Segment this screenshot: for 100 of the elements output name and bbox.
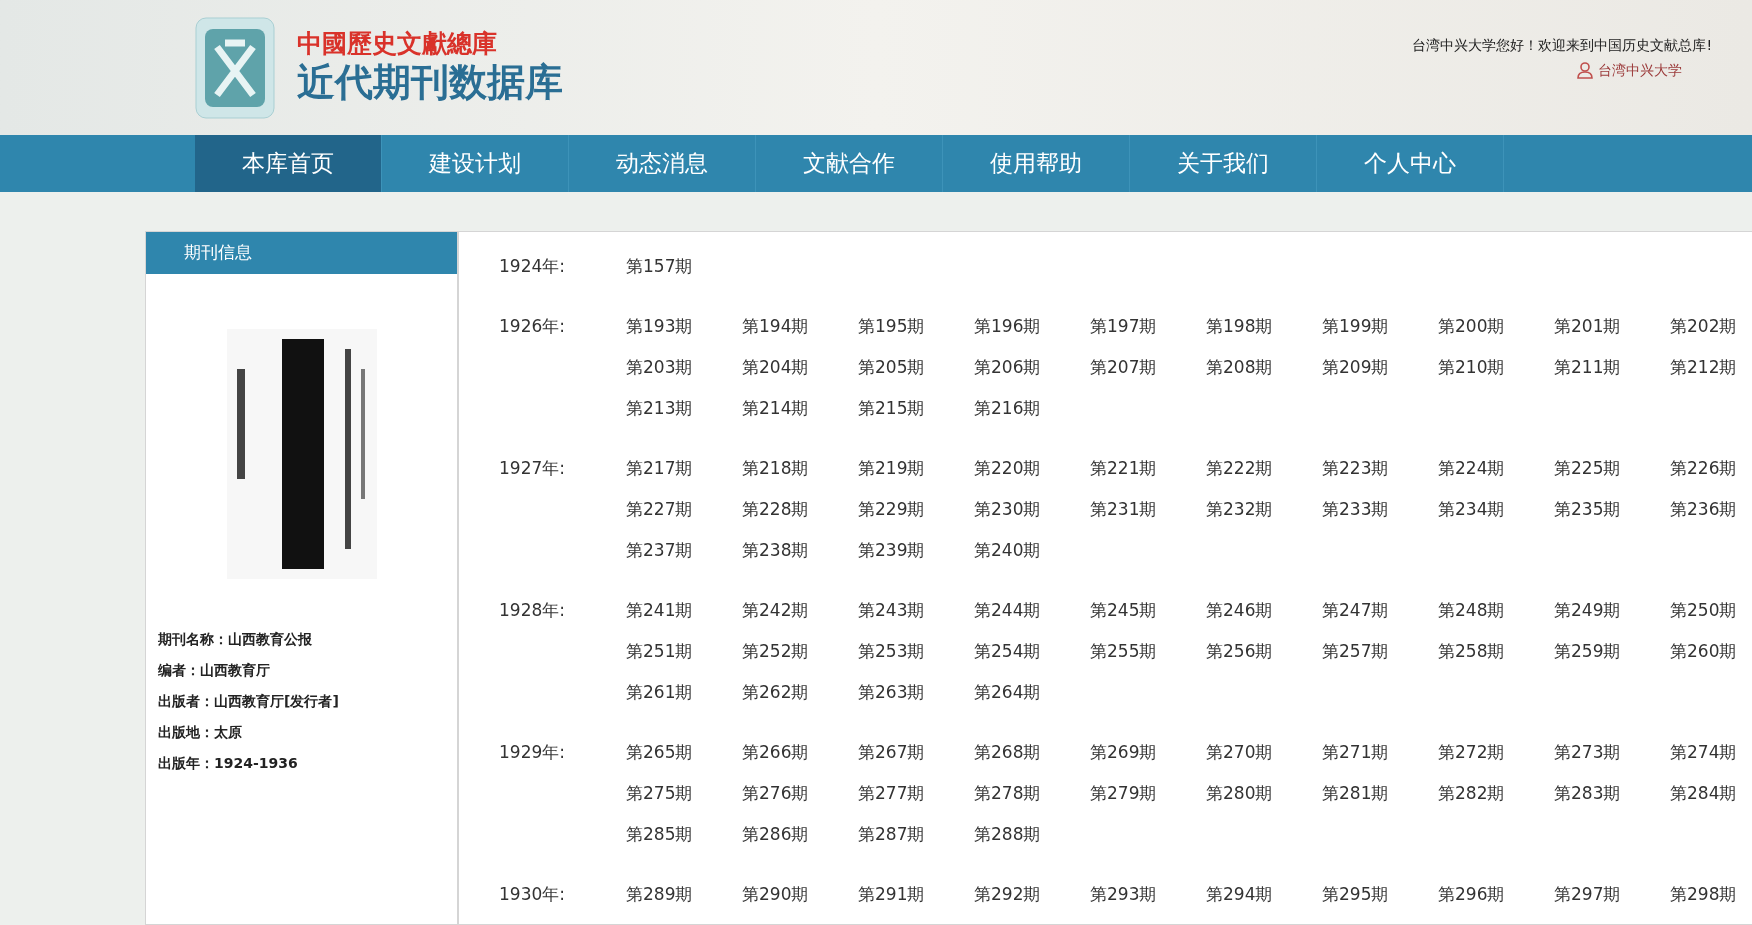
issue-link[interactable]: 第205期 bbox=[858, 347, 974, 388]
issue-link[interactable]: 第248期 bbox=[1438, 590, 1554, 631]
issue-link[interactable]: 第206期 bbox=[974, 347, 1090, 388]
issue-link[interactable]: 第213期 bbox=[626, 388, 742, 429]
issue-link[interactable]: 第221期 bbox=[1090, 448, 1206, 489]
issue-link[interactable]: 第217期 bbox=[626, 448, 742, 489]
issue-link[interactable]: 第216期 bbox=[974, 388, 1090, 429]
issue-link[interactable]: 第264期 bbox=[974, 672, 1090, 713]
issue-link[interactable]: 第289期 bbox=[626, 874, 742, 915]
nav-tab[interactable]: 本库首页 bbox=[195, 135, 382, 192]
issue-link[interactable]: 第238期 bbox=[742, 530, 858, 571]
issue-link[interactable]: 第295期 bbox=[1322, 874, 1438, 915]
issue-link[interactable]: 第203期 bbox=[626, 347, 742, 388]
issue-link[interactable]: 第230期 bbox=[974, 489, 1090, 530]
issue-link[interactable]: 第257期 bbox=[1322, 631, 1438, 672]
issue-link[interactable]: 第271期 bbox=[1322, 732, 1438, 773]
issue-link[interactable]: 第297期 bbox=[1554, 874, 1670, 915]
issue-link[interactable]: 第263期 bbox=[858, 672, 974, 713]
issue-link[interactable]: 第273期 bbox=[1554, 732, 1670, 773]
issue-link[interactable]: 第193期 bbox=[626, 306, 742, 347]
issue-link[interactable]: 第296期 bbox=[1438, 874, 1554, 915]
issue-link[interactable]: 第292期 bbox=[974, 874, 1090, 915]
issue-link[interactable]: 第209期 bbox=[1322, 347, 1438, 388]
issue-link[interactable]: 第278期 bbox=[974, 773, 1090, 814]
issue-link[interactable]: 第240期 bbox=[974, 530, 1090, 571]
issue-link[interactable]: 第250期 bbox=[1670, 590, 1752, 631]
nav-tab[interactable]: 关于我们 bbox=[1130, 135, 1317, 192]
issue-link[interactable]: 第218期 bbox=[742, 448, 858, 489]
issue-link[interactable]: 第287期 bbox=[858, 814, 974, 855]
issue-link[interactable]: 第228期 bbox=[742, 489, 858, 530]
issue-link[interactable]: 第294期 bbox=[1206, 874, 1322, 915]
issue-link[interactable]: 第260期 bbox=[1670, 631, 1752, 672]
issue-link[interactable]: 第211期 bbox=[1554, 347, 1670, 388]
issue-link[interactable]: 第272期 bbox=[1438, 732, 1554, 773]
issue-link[interactable]: 第202期 bbox=[1670, 306, 1752, 347]
issue-link[interactable]: 第280期 bbox=[1206, 773, 1322, 814]
issue-link[interactable]: 第274期 bbox=[1670, 732, 1752, 773]
issue-link[interactable]: 第241期 bbox=[626, 590, 742, 631]
user-link[interactable]: 台湾中兴大学 bbox=[1576, 59, 1682, 81]
issue-link[interactable]: 第254期 bbox=[974, 631, 1090, 672]
issue-link[interactable]: 第265期 bbox=[626, 732, 742, 773]
issue-link[interactable]: 第234期 bbox=[1438, 489, 1554, 530]
issue-link[interactable]: 第227期 bbox=[626, 489, 742, 530]
issue-link[interactable]: 第255期 bbox=[1090, 631, 1206, 672]
issue-link[interactable]: 第252期 bbox=[742, 631, 858, 672]
issue-link[interactable]: 第285期 bbox=[626, 814, 742, 855]
issue-link[interactable]: 第251期 bbox=[626, 631, 742, 672]
issue-link[interactable]: 第208期 bbox=[1206, 347, 1322, 388]
issue-link[interactable]: 第224期 bbox=[1438, 448, 1554, 489]
issue-link[interactable]: 第226期 bbox=[1670, 448, 1752, 489]
issue-link[interactable]: 第286期 bbox=[742, 814, 858, 855]
issue-link[interactable]: 第229期 bbox=[858, 489, 974, 530]
issue-link[interactable]: 第246期 bbox=[1206, 590, 1322, 631]
issue-link[interactable]: 第201期 bbox=[1554, 306, 1670, 347]
issue-link[interactable]: 第233期 bbox=[1322, 489, 1438, 530]
nav-tab[interactable]: 个人中心 bbox=[1317, 135, 1504, 192]
nav-tab[interactable]: 使用帮助 bbox=[943, 135, 1130, 192]
issue-link[interactable]: 第249期 bbox=[1554, 590, 1670, 631]
issue-link[interactable]: 第197期 bbox=[1090, 306, 1206, 347]
issue-link[interactable]: 第282期 bbox=[1438, 773, 1554, 814]
issue-link[interactable]: 第267期 bbox=[858, 732, 974, 773]
issue-link[interactable]: 第266期 bbox=[742, 732, 858, 773]
issue-link[interactable]: 第283期 bbox=[1554, 773, 1670, 814]
issue-link[interactable]: 第195期 bbox=[858, 306, 974, 347]
issue-link[interactable]: 第242期 bbox=[742, 590, 858, 631]
issue-link[interactable]: 第220期 bbox=[974, 448, 1090, 489]
issue-link[interactable]: 第291期 bbox=[858, 874, 974, 915]
nav-tab[interactable]: 建设计划 bbox=[382, 135, 569, 192]
issue-link[interactable]: 第232期 bbox=[1206, 489, 1322, 530]
issue-link[interactable]: 第198期 bbox=[1206, 306, 1322, 347]
issue-link[interactable]: 第290期 bbox=[742, 874, 858, 915]
issue-link[interactable]: 第277期 bbox=[858, 773, 974, 814]
issue-link[interactable]: 第275期 bbox=[626, 773, 742, 814]
issue-link[interactable]: 第268期 bbox=[974, 732, 1090, 773]
issue-link[interactable]: 第204期 bbox=[742, 347, 858, 388]
issue-link[interactable]: 第253期 bbox=[858, 631, 974, 672]
issue-link[interactable]: 第236期 bbox=[1670, 489, 1752, 530]
issue-link[interactable]: 第212期 bbox=[1670, 347, 1752, 388]
issue-link[interactable]: 第237期 bbox=[626, 530, 742, 571]
nav-tab[interactable]: 文献合作 bbox=[756, 135, 943, 192]
issue-link[interactable]: 第256期 bbox=[1206, 631, 1322, 672]
issue-link[interactable]: 第262期 bbox=[742, 672, 858, 713]
issue-link[interactable]: 第219期 bbox=[858, 448, 974, 489]
issue-link[interactable]: 第214期 bbox=[742, 388, 858, 429]
issue-link[interactable]: 第247期 bbox=[1322, 590, 1438, 631]
issue-link[interactable]: 第243期 bbox=[858, 590, 974, 631]
issue-link[interactable]: 第239期 bbox=[858, 530, 974, 571]
issue-link[interactable]: 第157期 bbox=[626, 246, 742, 287]
issue-link[interactable]: 第270期 bbox=[1206, 732, 1322, 773]
issue-link[interactable]: 第298期 bbox=[1670, 874, 1752, 915]
nav-tab[interactable]: 动态消息 bbox=[569, 135, 756, 192]
issue-link[interactable]: 第199期 bbox=[1322, 306, 1438, 347]
issue-link[interactable]: 第244期 bbox=[974, 590, 1090, 631]
issue-link[interactable]: 第259期 bbox=[1554, 631, 1670, 672]
issue-link[interactable]: 第276期 bbox=[742, 773, 858, 814]
issue-link[interactable]: 第231期 bbox=[1090, 489, 1206, 530]
issue-link[interactable]: 第215期 bbox=[858, 388, 974, 429]
issue-link[interactable]: 第196期 bbox=[974, 306, 1090, 347]
issue-link[interactable]: 第258期 bbox=[1438, 631, 1554, 672]
issue-link[interactable]: 第223期 bbox=[1322, 448, 1438, 489]
